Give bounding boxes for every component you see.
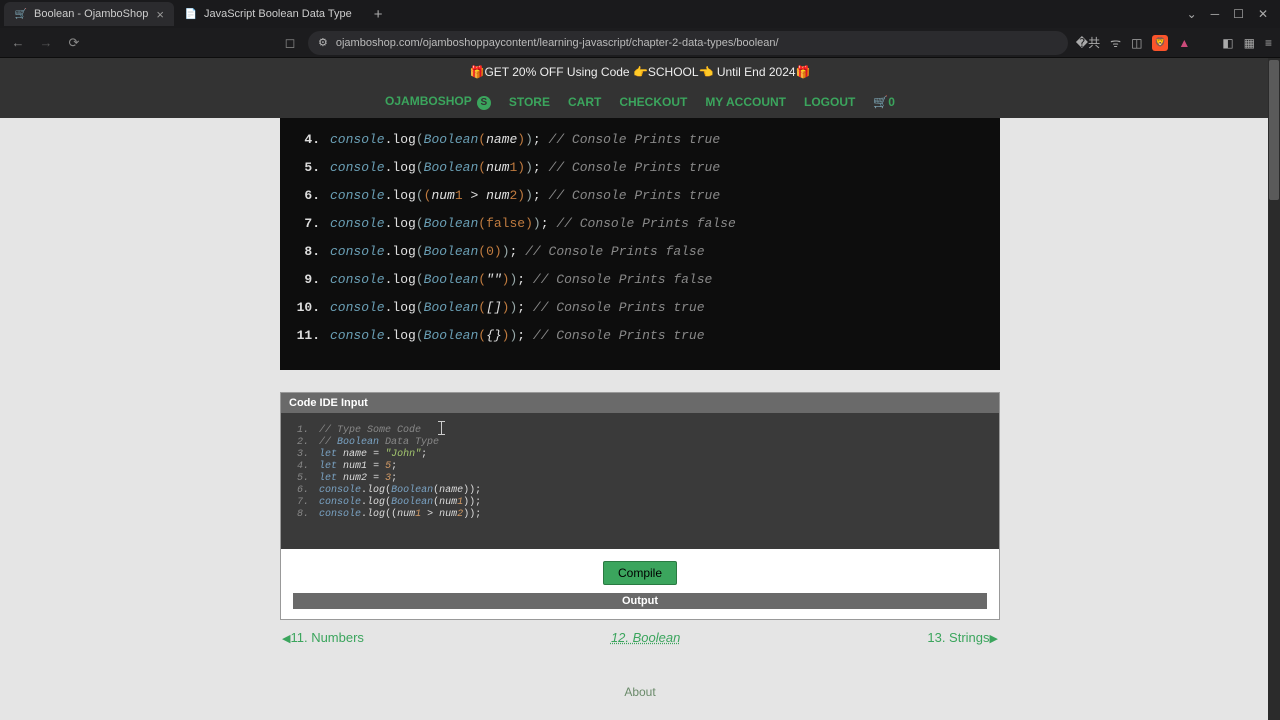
line-number: 6. — [290, 182, 320, 210]
ide-editor[interactable]: 1. // Type Some Code 2. // Boolean Data … — [281, 413, 999, 549]
nav-store[interactable]: STORE — [509, 95, 550, 109]
rewards-icon[interactable]: ▲ — [1178, 36, 1190, 50]
tab-favicon: 📄 — [184, 7, 198, 21]
text-cursor — [441, 421, 442, 435]
prev-chapter-link[interactable]: ◀11. Numbers — [282, 630, 364, 645]
menu-icon[interactable]: ≡ — [1265, 36, 1272, 50]
extension-icon[interactable]: ▦ — [1244, 36, 1255, 50]
brave-shield-icon[interactable]: 🦁 — [1152, 35, 1168, 51]
footer-about-link[interactable]: About — [624, 685, 655, 699]
browser-toolbar: ← → ⟳ ◻ ⚙ ojamboshop.com/ojamboshoppayco… — [0, 28, 1280, 58]
promo-text: 🎁GET 20% OFF Using Code 👉SCHOOL👈 Until E… — [470, 65, 811, 79]
logo-s-icon: S — [477, 96, 491, 110]
nav-brand[interactable]: OJAMBOSHOP S — [385, 94, 491, 110]
browser-tab[interactable]: 📄 JavaScript Boolean Data Type — [174, 2, 362, 26]
close-window-icon[interactable]: ✕ — [1258, 7, 1268, 21]
wallet-icon[interactable]: ◫ — [1131, 36, 1142, 50]
tab-title: Boolean - OjamboShop — [34, 8, 148, 20]
nav-cart[interactable]: CART — [568, 95, 601, 109]
reload-button[interactable]: ⟳ — [64, 33, 84, 53]
chevron-down-icon[interactable]: ⌄ — [1187, 7, 1197, 21]
line-number: 10. — [290, 294, 320, 322]
nav-account[interactable]: MY ACCOUNT — [705, 95, 786, 109]
line-number: 5. — [290, 154, 320, 182]
current-chapter-link[interactable]: 12. Boolean — [611, 630, 680, 645]
window-controls: ⌄ ─ ☐ ✕ — [1187, 7, 1276, 21]
new-tab-button[interactable]: + — [368, 4, 389, 25]
chapter-pagination: ◀11. Numbers 12. Boolean 13. Strings▶ — [280, 620, 1000, 655]
bookmark-icon[interactable]: ◻ — [280, 33, 300, 53]
output-header: Output — [293, 593, 987, 609]
compile-button[interactable]: Compile — [603, 561, 677, 585]
tab-favicon: 🛒 — [14, 7, 28, 21]
code-ide: Code IDE Input 1. // Type Some Code 2. /… — [280, 392, 1000, 620]
browser-tab-active[interactable]: 🛒 Boolean - OjamboShop × — [4, 2, 174, 26]
line-number: 9. — [290, 266, 320, 294]
nav-checkout[interactable]: CHECKOUT — [619, 95, 687, 109]
site-settings-icon[interactable]: ⚙ — [318, 36, 328, 49]
line-number: 8. — [290, 238, 320, 266]
close-tab-icon[interactable]: × — [156, 7, 164, 22]
cart-icon[interactable]: 🛒0 — [873, 95, 895, 109]
forward-button[interactable]: → — [36, 33, 56, 53]
url-bar[interactable]: ⚙ ojamboshop.com/ojamboshoppaycontent/le… — [308, 31, 1068, 55]
ide-header: Code IDE Input — [281, 393, 999, 413]
promo-banner: 🎁GET 20% OFF Using Code 👉SCHOOL👈 Until E… — [0, 58, 1280, 86]
tab-title: JavaScript Boolean Data Type — [204, 8, 352, 20]
sidebar-icon[interactable]: ◧ — [1222, 36, 1233, 50]
scrollbar-track[interactable] — [1268, 58, 1280, 720]
nav-logout[interactable]: LOGOUT — [804, 95, 855, 109]
browser-titlebar: 🛒 Boolean - OjamboShop × 📄 JavaScript Bo… — [0, 0, 1280, 28]
example-code-block: 4.console.log(Boolean(name)); // Console… — [280, 118, 1000, 370]
line-number: 4. — [290, 126, 320, 154]
scrollbar-thumb[interactable] — [1269, 60, 1279, 200]
next-chapter-link[interactable]: 13. Strings▶ — [927, 630, 998, 645]
page-viewport: 🎁GET 20% OFF Using Code 👉SCHOOL👈 Until E… — [0, 58, 1280, 720]
site-navigation: OJAMBOSHOP S STORE CART CHECKOUT MY ACCO… — [0, 86, 1280, 118]
rss-icon[interactable]: ᯤ — [1110, 34, 1121, 51]
line-number: 11. — [290, 322, 320, 350]
back-button[interactable]: ← — [8, 33, 28, 53]
maximize-icon[interactable]: ☐ — [1233, 7, 1244, 21]
line-number: 7. — [290, 210, 320, 238]
share-icon[interactable]: �共 — [1076, 34, 1100, 51]
minimize-icon[interactable]: ─ — [1211, 7, 1220, 21]
url-text: ojamboshop.com/ojamboshoppaycontent/lear… — [336, 37, 779, 49]
